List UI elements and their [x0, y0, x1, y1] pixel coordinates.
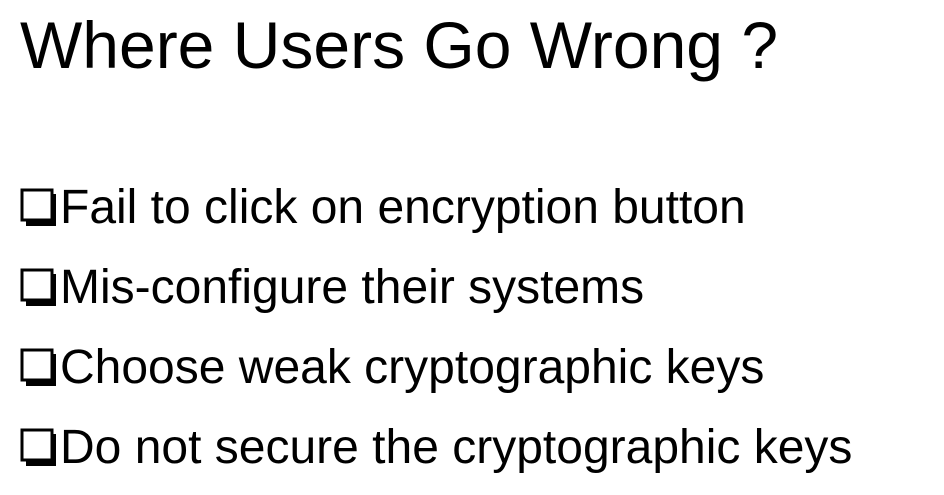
- bullet-text: Do not secure the cryptographic keys: [60, 421, 853, 474]
- list-item: Do not secure the cryptographic keys: [18, 408, 852, 488]
- checkbox-icon: [18, 248, 60, 328]
- slide-title: Where Users Go Wrong ?: [20, 8, 779, 82]
- bullet-text: Mis-configure their systems: [60, 261, 645, 314]
- bullet-text: Choose weak cryptographic keys: [60, 341, 765, 394]
- checkbox-icon: [18, 168, 60, 248]
- list-item: Mis-configure their systems: [18, 248, 852, 328]
- checkbox-icon: [18, 408, 60, 488]
- bullet-list: Fail to click on encryption button Mis-c…: [18, 168, 852, 488]
- list-item: Choose weak cryptographic keys: [18, 328, 852, 408]
- bullet-text: Fail to click on encryption button: [60, 181, 746, 234]
- checkbox-icon: [18, 328, 60, 408]
- list-item: Fail to click on encryption button: [18, 168, 852, 248]
